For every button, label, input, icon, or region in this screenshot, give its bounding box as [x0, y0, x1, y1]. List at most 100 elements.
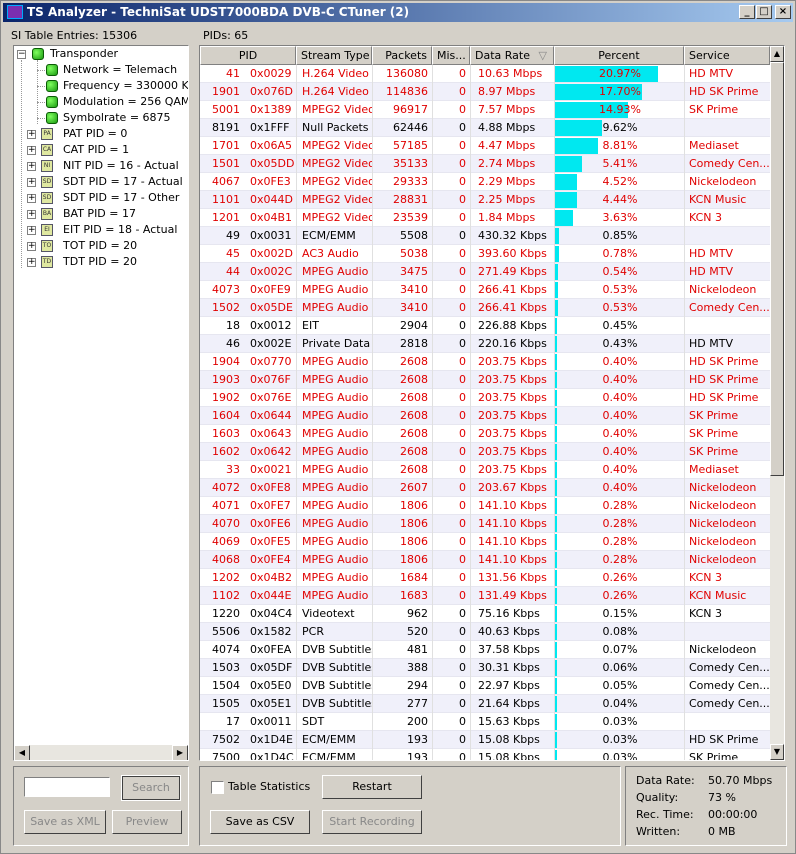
- tree-table-node[interactable]: SDT PID = 17 - Other: [63, 190, 179, 206]
- save-as-csv-button[interactable]: Save as CSV: [210, 810, 310, 834]
- table-row[interactable]: 44 0x002C MPEG Audio 3475 0 271.49 Kbps 0.54% H…: [200, 263, 770, 281]
- scroll-left-icon[interactable]: ◀: [14, 745, 30, 760]
- table-row[interactable]: 1504 0x05E0 DVB Subtitles 294 0 22.97 Kbps 0.0…: [200, 677, 770, 695]
- collapse-icon[interactable]: −: [17, 50, 26, 59]
- column-packets[interactable]: Packets: [372, 46, 432, 65]
- scroll-thumb[interactable]: [770, 62, 784, 476]
- pid-hex: 0x0031: [250, 229, 292, 242]
- data-rate: 7.57 Mbps: [478, 103, 536, 116]
- scroll-down-icon[interactable]: ▼: [770, 744, 784, 760]
- tree-property[interactable]: Modulation = 256 QAM: [63, 94, 188, 110]
- save-as-xml-button[interactable]: Save as XML: [24, 810, 106, 834]
- table-row[interactable]: 1202 0x04B2 MPEG Audio 1684 0 131.56 Kbps 0.26…: [200, 569, 770, 587]
- percent: 0.28%: [602, 499, 638, 512]
- table-row[interactable]: 4068 0x0FE4 MPEG Audio 1806 0 141.10 Kbps 0.28…: [200, 551, 770, 569]
- table-row[interactable]: 1602 0x0642 MPEG Audio 2608 0 203.75 Kbps 0.40…: [200, 443, 770, 461]
- table-vscrollbar[interactable]: ▲ ▼: [770, 46, 784, 760]
- column-missing[interactable]: Mis...: [432, 46, 470, 65]
- pid-hex: 0x0770: [250, 355, 292, 368]
- expand-icon[interactable]: +: [27, 130, 36, 139]
- tree-table-node[interactable]: NIT PID = 16 - Actual: [63, 158, 179, 174]
- tree-table-node[interactable]: BAT PID = 17: [63, 206, 136, 222]
- table-row[interactable]: 1220 0x04C4 Videotext 962 0 75.16 Kbps 0.15% KC…: [200, 605, 770, 623]
- close-button[interactable]: ×: [775, 5, 791, 19]
- table-row[interactable]: 1501 0x05DD MPEG2 Video 35133 0 2.74 Mbps 5.41…: [200, 155, 770, 173]
- expand-icon[interactable]: +: [27, 210, 36, 219]
- table-row[interactable]: 46 0x002E Private Data 2818 0 220.16 Kbps 0.43…: [200, 335, 770, 353]
- expand-icon[interactable]: +: [27, 146, 36, 155]
- scroll-right-icon[interactable]: ▶: [172, 745, 188, 760]
- expand-icon[interactable]: +: [27, 194, 36, 203]
- tree-property[interactable]: Symbolrate = 6875: [63, 110, 171, 126]
- tree-table-node[interactable]: TOT PID = 20: [63, 238, 137, 254]
- table-statistics-checkbox[interactable]: [211, 781, 224, 794]
- tree-property[interactable]: Frequency = 330000 KHz: [63, 78, 188, 94]
- tree-root[interactable]: Transponder: [50, 46, 118, 62]
- table-row[interactable]: 4069 0x0FE5 MPEG Audio 1806 0 141.10 Kbps 0.28…: [200, 533, 770, 551]
- table-row[interactable]: 1603 0x0643 MPEG Audio 2608 0 203.75 Kbps 0.40…: [200, 425, 770, 443]
- expand-icon[interactable]: +: [27, 258, 36, 267]
- table-row[interactable]: 1904 0x0770 MPEG Audio 2608 0 203.75 Kbps 0.40…: [200, 353, 770, 371]
- table-row[interactable]: 4073 0x0FE9 MPEG Audio 3410 0 266.41 Kbps 0.53…: [200, 281, 770, 299]
- column-percent[interactable]: Percent: [554, 46, 684, 65]
- table-row[interactable]: 4071 0x0FE7 MPEG Audio 1806 0 141.10 Kbps 0.28…: [200, 497, 770, 515]
- tree-table-node[interactable]: TDT PID = 20: [63, 254, 137, 270]
- table-row[interactable]: 17 0x0011 SDT 200 0 15.63 Kbps 0.03%: [200, 713, 770, 731]
- maximize-button[interactable]: □: [756, 5, 772, 19]
- data-rate: 10.63 Mbps: [478, 67, 543, 80]
- column-pid[interactable]: PID: [200, 46, 296, 65]
- expand-icon[interactable]: +: [27, 178, 36, 187]
- table-row[interactable]: 1502 0x05DE MPEG Audio 3410 0 266.41 Kbps 0.53…: [200, 299, 770, 317]
- table-row[interactable]: 1101 0x044D MPEG2 Video 28831 0 2.25 Mbps 4.44…: [200, 191, 770, 209]
- table-row[interactable]: 4067 0x0FE3 MPEG2 Video 29333 0 2.29 Mbps 4.52…: [200, 173, 770, 191]
- table-row[interactable]: 4074 0x0FEA DVB Subtitles 481 0 37.58 Kbps 0.0…: [200, 641, 770, 659]
- table-row[interactable]: 45 0x002D AC3 Audio 5038 0 393.60 Kbps 0.78% HD…: [200, 245, 770, 263]
- table-row[interactable]: 7502 0x1D4E ECM/EMM 193 0 15.08 Kbps 0.03% HD S…: [200, 731, 770, 749]
- expand-icon[interactable]: +: [27, 242, 36, 251]
- restart-button[interactable]: Restart: [322, 775, 422, 799]
- search-input[interactable]: [24, 777, 110, 797]
- service: KCN Music: [689, 193, 747, 206]
- table-row[interactable]: 1903 0x076F MPEG Audio 2608 0 203.75 Kbps 0.40…: [200, 371, 770, 389]
- title-bar[interactable]: TS Analyzer - TechniSat UDST7000BDA DVB-…: [3, 3, 793, 22]
- minimize-button[interactable]: _: [739, 5, 755, 19]
- tree-table-node[interactable]: EIT PID = 18 - Actual: [63, 222, 177, 238]
- table-row[interactable]: 1901 0x076D H.264 Video 114836 0 8.97 Mbps 17.…: [200, 83, 770, 101]
- table-row[interactable]: 1102 0x044E MPEG Audio 1683 0 131.49 Kbps 0.26…: [200, 587, 770, 605]
- scroll-up-icon[interactable]: ▲: [770, 46, 784, 62]
- pid-table[interactable]: PID Stream Type Packets Mis... Data Rate…: [199, 45, 785, 761]
- table-row[interactable]: 1701 0x06A5 MPEG2 Video 57185 0 4.47 Mbps 8.81…: [200, 137, 770, 155]
- column-service[interactable]: Service: [684, 46, 770, 65]
- table-row[interactable]: 41 0x0029 H.264 Video 136080 0 10.63 Mbps 20.9…: [200, 65, 770, 83]
- start-recording-button[interactable]: Start Recording: [322, 810, 422, 834]
- percent: 0.08%: [602, 625, 638, 638]
- tree-table-node[interactable]: SDT PID = 17 - Actual: [63, 174, 183, 190]
- table-row[interactable]: 1505 0x05E1 DVB Subtitles 277 0 21.64 Kbps 0.0…: [200, 695, 770, 713]
- expand-icon[interactable]: +: [27, 226, 36, 235]
- table-row[interactable]: 1902 0x076E MPEG Audio 2608 0 203.75 Kbps 0.40…: [200, 389, 770, 407]
- tree-table-node[interactable]: CAT PID = 1: [63, 142, 129, 158]
- table-row[interactable]: 7500 0x1D4C ECM/EMM 193 0 15.08 Kbps 0.03% SK P…: [200, 749, 770, 760]
- tree-property[interactable]: Network = Telemach: [63, 62, 177, 78]
- search-button[interactable]: Search: [121, 775, 181, 801]
- service: HD MTV: [689, 67, 733, 80]
- table-row[interactable]: 1604 0x0644 MPEG Audio 2608 0 203.75 Kbps 0.40…: [200, 407, 770, 425]
- preview-button[interactable]: Preview: [112, 810, 182, 834]
- table-row[interactable]: 5001 0x1389 MPEG2 Video 96917 0 7.57 Mbps 14.9…: [200, 101, 770, 119]
- tree-hscrollbar[interactable]: ◀ ▶: [14, 744, 188, 760]
- table-row[interactable]: 1503 0x05DF DVB Subtitles 388 0 30.31 Kbps 0.0…: [200, 659, 770, 677]
- data-rate-value: 50.70 Mbps: [708, 774, 773, 787]
- column-stream-type[interactable]: Stream Type: [296, 46, 372, 65]
- table-row[interactable]: 8191 0x1FFF Null Packets 62446 0 4.88 Mbps 9.6…: [200, 119, 770, 137]
- tree-table-node[interactable]: PAT PID = 0: [63, 126, 127, 142]
- table-row[interactable]: 4070 0x0FE6 MPEG Audio 1806 0 141.10 Kbps 0.28…: [200, 515, 770, 533]
- table-row[interactable]: 49 0x0031 ECM/EMM 5508 0 430.32 Kbps 0.85%: [200, 227, 770, 245]
- table-row[interactable]: 4072 0x0FE8 MPEG Audio 2607 0 203.67 Kbps 0.40…: [200, 479, 770, 497]
- column-data-rate[interactable]: Data Rate ▽: [470, 46, 554, 65]
- si-tree[interactable]: − Transponder Network = Telemach Frequency …: [13, 45, 189, 761]
- table-row[interactable]: 33 0x0021 MPEG Audio 2608 0 203.75 Kbps 0.40% M…: [200, 461, 770, 479]
- table-row[interactable]: 5506 0x1582 PCR 520 0 40.63 Kbps 0.08%: [200, 623, 770, 641]
- table-row[interactable]: 1201 0x04B1 MPEG2 Video 23539 0 1.84 Mbps 3.63…: [200, 209, 770, 227]
- table-row[interactable]: 18 0x0012 EIT 2904 0 226.88 Kbps 0.45%: [200, 317, 770, 335]
- expand-icon[interactable]: +: [27, 162, 36, 171]
